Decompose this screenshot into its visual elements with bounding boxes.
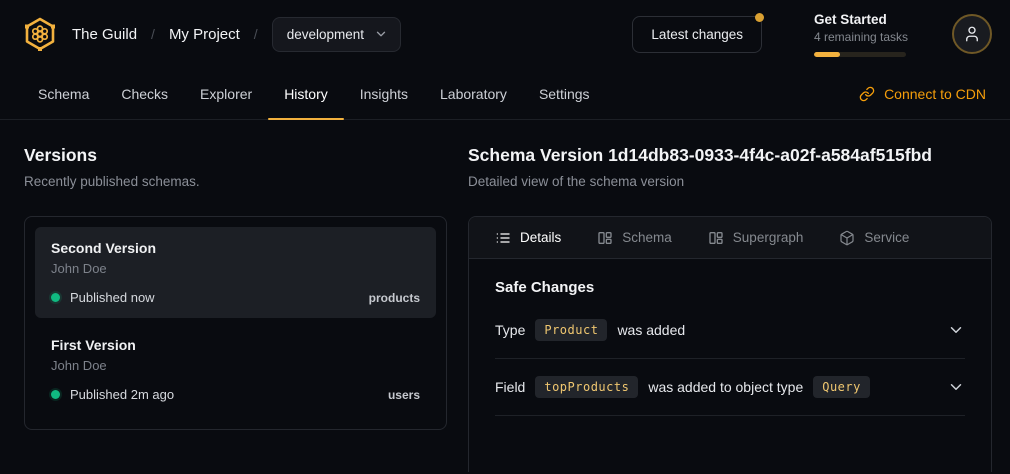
tab-insights[interactable]: Insights <box>344 68 424 119</box>
get-started-widget[interactable]: Get Started 4 remaining tasks <box>814 12 906 57</box>
get-started-subtitle: 4 remaining tasks <box>814 30 906 44</box>
tab-schema-view[interactable]: Schema <box>597 230 672 246</box>
version-name: Second Version <box>51 240 420 257</box>
header: The Guild / My Project / development Lat… <box>0 0 1010 68</box>
tab-label: Service <box>864 230 909 245</box>
target-select-value: development <box>287 27 364 42</box>
avatar[interactable] <box>952 14 992 54</box>
tab-label: Schema <box>622 230 672 245</box>
change-text: Field <box>495 379 525 395</box>
tab-label: Supergraph <box>733 230 804 245</box>
header-actions: Latest changes Get Started 4 remaining t… <box>632 12 992 57</box>
versions-subtitle: Recently published schemas. <box>24 174 447 189</box>
columns-icon <box>708 230 724 246</box>
version-status: Published 2m ago <box>70 387 174 402</box>
detail-tab-content: Safe Changes Type Product was added Fiel… <box>469 259 991 416</box>
version-detail-section: Schema Version 1d14db83-0933-4f4c-a02f-a… <box>468 142 992 474</box>
change-text: was added <box>617 322 685 338</box>
breadcrumb-separator: / <box>151 26 155 42</box>
target-nav: Schema Checks Explorer History Insights … <box>0 68 1010 120</box>
safe-changes-title: Safe Changes <box>495 279 965 296</box>
change-code-badge: Query <box>813 376 870 398</box>
guild-hive-logo-icon[interactable] <box>22 16 58 52</box>
version-list-item[interactable]: First Version John Doe Published 2m ago … <box>35 324 436 415</box>
version-author: John Doe <box>51 260 420 277</box>
link-icon <box>859 86 875 102</box>
org-name[interactable]: The Guild <box>72 26 137 43</box>
tab-schema[interactable]: Schema <box>22 68 105 119</box>
chevron-down-icon[interactable] <box>947 321 965 339</box>
change-row[interactable]: Type Product was added <box>495 302 965 359</box>
connect-cdn-link[interactable]: Connect to CDN <box>859 68 986 119</box>
versions-list: Second Version John Doe Published now pr… <box>24 216 447 430</box>
tab-details[interactable]: Details <box>495 230 561 246</box>
tab-supergraph[interactable]: Supergraph <box>708 230 804 246</box>
latest-changes-button[interactable]: Latest changes <box>632 16 762 53</box>
progress-bar <box>814 52 906 57</box>
change-code-badge: topProducts <box>535 376 638 398</box>
version-status: Published now <box>70 290 155 305</box>
columns-icon <box>597 230 613 246</box>
version-service: products <box>369 291 420 305</box>
main-content: Versions Recently published schemas. Sec… <box>0 120 1010 474</box>
box-icon <box>839 230 855 246</box>
notification-dot <box>755 13 764 22</box>
change-text: was added to object type <box>648 379 803 395</box>
target-select[interactable]: development <box>272 17 401 52</box>
tab-label: Details <box>520 230 561 245</box>
versions-section: Versions Recently published schemas. Sec… <box>24 142 447 474</box>
tab-laboratory[interactable]: Laboratory <box>424 68 523 119</box>
chevron-down-icon[interactable] <box>947 378 965 396</box>
version-service: users <box>388 388 420 402</box>
latest-changes-label: Latest changes <box>651 27 743 42</box>
chevron-down-icon <box>374 27 388 41</box>
tab-explorer[interactable]: Explorer <box>184 68 268 119</box>
version-list-item[interactable]: Second Version John Doe Published now pr… <box>35 227 436 318</box>
tab-settings[interactable]: Settings <box>523 68 606 119</box>
project-name[interactable]: My Project <box>169 26 240 43</box>
tab-service[interactable]: Service <box>839 230 909 246</box>
version-author: John Doe <box>51 357 420 374</box>
version-detail-panel: Details Schema Supergraph <box>468 216 992 472</box>
version-name: First Version <box>51 337 420 354</box>
breadcrumb-separator: / <box>254 26 258 42</box>
version-detail-title: Schema Version 1d14db83-0933-4f4c-a02f-a… <box>468 142 992 168</box>
breadcrumb: The Guild / My Project / development <box>22 16 401 52</box>
version-meta: Published now products <box>51 290 420 305</box>
change-row[interactable]: Field topProducts was added to object ty… <box>495 359 965 416</box>
connect-cdn-label: Connect to CDN <box>884 86 986 102</box>
tab-checks[interactable]: Checks <box>105 68 184 119</box>
detail-tab-bar: Details Schema Supergraph <box>469 217 991 259</box>
published-status-dot <box>51 390 60 399</box>
tab-history[interactable]: History <box>268 68 344 119</box>
version-meta: Published 2m ago users <box>51 387 420 402</box>
user-icon <box>963 25 981 43</box>
version-detail-subtitle: Detailed view of the schema version <box>468 174 992 189</box>
progress-bar-fill <box>814 52 840 57</box>
change-text: Type <box>495 322 525 338</box>
list-icon <box>495 230 511 246</box>
app-root: The Guild / My Project / development Lat… <box>0 0 1010 474</box>
get-started-title: Get Started <box>814 12 906 27</box>
versions-title: Versions <box>24 142 447 168</box>
change-code-badge: Product <box>535 319 607 341</box>
published-status-dot <box>51 293 60 302</box>
